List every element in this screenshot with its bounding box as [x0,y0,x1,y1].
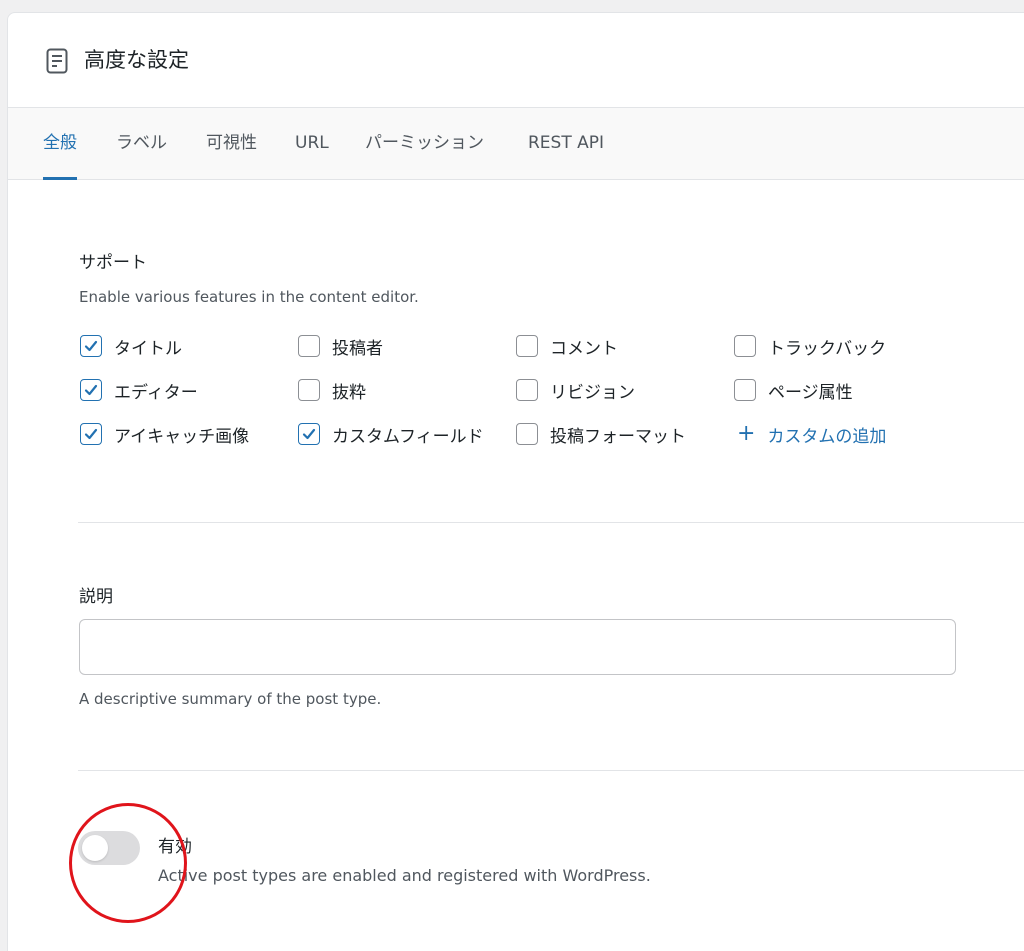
divider [78,522,1024,523]
checkbox-unchecked-icon[interactable] [516,423,538,445]
checkbox-comments[interactable]: コメント [516,333,618,359]
panel-title: 高度な設定 [84,48,189,72]
checkbox-checked-icon[interactable] [298,423,320,445]
checkbox-unchecked-icon[interactable] [734,335,756,357]
checkbox-featured-image[interactable]: アイキャッチ画像 [80,421,249,447]
checkbox-checked-icon[interactable] [80,335,102,357]
checkbox-title[interactable]: タイトル [80,333,182,359]
document-icon [46,48,68,74]
checkbox-label: タイトル [114,338,182,359]
checkbox-label: トラックバック [768,338,887,359]
checkbox-post-formats[interactable]: 投稿フォーマット [516,421,686,447]
advanced-settings-panel: 高度な設定 全般 ラベル 可視性 URL パーミッション REST API サポ… [7,12,1024,951]
toggle-knob [82,835,108,861]
add-custom-label: カスタムの追加 [767,426,887,447]
description-help: A descriptive summary of the post type. [79,690,382,708]
checkbox-excerpt[interactable]: 抜粋 [298,377,366,403]
checkbox-custom-fields[interactable]: カスタムフィールド [298,421,484,447]
checkbox-checked-icon[interactable] [80,379,102,401]
checkbox-label: リビジョン [550,382,635,403]
supports-help: Enable various features in the content e… [79,288,419,306]
checkbox-label: ページ属性 [768,382,853,403]
checkbox-revisions[interactable]: リビジョン [516,377,635,403]
checkbox-unchecked-icon[interactable] [298,335,320,357]
tab-permissions[interactable]: パーミッション [365,108,484,180]
active-toggle[interactable] [78,831,140,865]
tab-bar: 全般 ラベル 可視性 URL パーミッション REST API [8,108,1024,180]
checkbox-label: カスタムフィールド [332,426,484,447]
tab-labels[interactable]: ラベル [116,108,167,180]
tab-rest-api[interactable]: REST API [528,108,604,180]
checkbox-label: アイキャッチ画像 [114,426,250,447]
checkbox-unchecked-icon[interactable] [734,379,756,401]
tab-general[interactable]: 全般 [43,108,77,180]
supports-label: サポート [79,253,147,273]
checkbox-editor[interactable]: エディター [80,377,198,403]
checkbox-label: 投稿フォーマット [550,426,686,447]
tab-visibility[interactable]: 可視性 [206,108,257,180]
tab-url[interactable]: URL [295,108,329,180]
add-custom-button[interactable]: + カスタムの追加 [737,421,886,447]
description-input[interactable] [79,619,956,675]
checkbox-label: 抜粋 [332,382,366,403]
checkbox-author[interactable]: 投稿者 [298,333,383,359]
checkbox-trackbacks[interactable]: トラックバック [734,333,886,359]
checkbox-label: エディター [114,382,198,403]
active-label: 有効 [158,837,192,857]
checkbox-unchecked-icon[interactable] [516,379,538,401]
checkbox-page-attributes[interactable]: ページ属性 [734,377,853,403]
checkbox-unchecked-icon[interactable] [516,335,538,357]
checkbox-unchecked-icon[interactable] [298,379,320,401]
plus-icon: + [737,421,756,446]
panel-header: 高度な設定 [8,13,1024,108]
checkbox-checked-icon[interactable] [80,423,102,445]
checkbox-label: コメント [550,338,618,359]
checkbox-label: 投稿者 [332,338,383,359]
description-label: 説明 [79,587,113,607]
divider [78,770,1024,771]
active-help: Active post types are enabled and regist… [158,866,651,885]
